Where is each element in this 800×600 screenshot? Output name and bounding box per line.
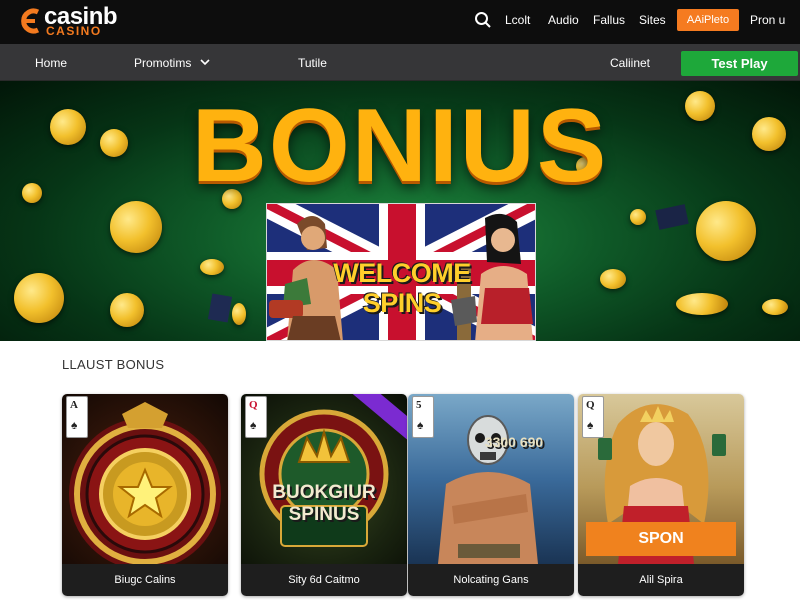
playing-card-icon: Q ♠ <box>245 396 267 438</box>
coin-image <box>762 299 788 315</box>
card-rank: 5 <box>416 399 422 411</box>
nav-item-tutile[interactable]: Tutile <box>298 56 327 70</box>
spon-banner[interactable]: SPON <box>586 522 736 556</box>
top-cta-button[interactable]: AAiPleto <box>677 9 739 31</box>
coin-image <box>600 269 626 289</box>
top-link-fallus[interactable]: Fallus <box>593 13 625 27</box>
hero-banner[interactable]: BONIUS WELCOME SPINS <box>0 81 800 341</box>
coin-image <box>110 293 144 327</box>
top-link-lcolt[interactable]: Lcolt <box>505 13 530 27</box>
nav-bar: Home Promotims Tutile Caliinet Test Play <box>0 44 800 81</box>
welcome-spins-panel[interactable]: WELCOME SPINS <box>266 203 536 341</box>
coin-image <box>630 209 646 225</box>
spade-icon: ♠ <box>587 418 594 432</box>
playing-card-icon: Q ♠ <box>582 396 604 438</box>
coin-image <box>696 201 756 261</box>
top-link-pron-u[interactable]: Pron u <box>750 13 785 27</box>
chevron-down-icon[interactable] <box>200 57 210 67</box>
bonus-card[interactable]: SPON Q ♠ Alil Spira <box>578 394 744 596</box>
card-artwork: A ♠ <box>62 394 228 564</box>
dice-image <box>207 293 233 323</box>
nav-item-caliinet[interactable]: Caliinet <box>610 56 650 70</box>
nav-item-home[interactable]: Home <box>35 56 67 70</box>
card-caption: Biugc Calins <box>62 564 228 596</box>
dice-image <box>655 204 689 230</box>
card-art-label: BUOKGIUR SPINUS <box>272 482 376 525</box>
coin-image <box>232 303 246 325</box>
coin-image <box>200 259 224 275</box>
spins-text: SPINS <box>362 288 442 318</box>
logo-mark-icon <box>21 8 40 34</box>
hero-title: BONIUS <box>191 88 609 204</box>
card-rank: A <box>70 399 78 411</box>
bonus-card[interactable]: 3300 690 5 ♠ Nolcating Gans <box>408 394 574 596</box>
welcome-text: WELCOME <box>333 258 471 288</box>
spade-icon: ♠ <box>71 418 78 432</box>
coin-image <box>110 201 162 253</box>
top-link-audio[interactable]: Audio <box>548 13 579 27</box>
section-title: LLAUST BONUS <box>62 357 165 372</box>
card-art-label: 3300 690 <box>484 434 544 450</box>
card-rank: Q <box>586 399 595 411</box>
card-caption: Alil Spira <box>578 564 744 596</box>
top-bar: casinb CASINO Lcolt Audio Fallus Sites A… <box>0 0 800 44</box>
card-rank: Q <box>249 399 258 411</box>
logo-subtext: CASINO <box>46 24 102 38</box>
coin-image <box>14 273 64 323</box>
card-artwork: SPON Q ♠ <box>578 394 744 564</box>
card-caption: Nolcating Gans <box>408 564 574 596</box>
bonus-card[interactable]: BUOKGIUR SPINUS Q ♠ Sity 6d Caitmo <box>241 394 407 596</box>
card-artwork: 3300 690 5 ♠ <box>408 394 574 564</box>
card-caption: Sity 6d Caitmo <box>241 564 407 596</box>
nav-item-promotims[interactable]: Promotims <box>134 56 191 70</box>
spade-icon: ♠ <box>417 418 424 432</box>
playing-card-icon: 5 ♠ <box>412 396 434 438</box>
search-icon[interactable] <box>474 11 492 29</box>
card-artwork: BUOKGIUR SPINUS Q ♠ <box>241 394 407 564</box>
coin-image <box>676 293 728 315</box>
test-play-button[interactable]: Test Play <box>681 51 798 76</box>
playing-card-icon: A ♠ <box>66 396 88 438</box>
top-link-sites[interactable]: Sites <box>639 13 666 27</box>
spade-icon: ♠ <box>250 418 257 432</box>
logo[interactable]: casinb CASINO <box>18 4 148 40</box>
bonus-card[interactable]: A ♠ Biugc Calins <box>62 394 228 596</box>
